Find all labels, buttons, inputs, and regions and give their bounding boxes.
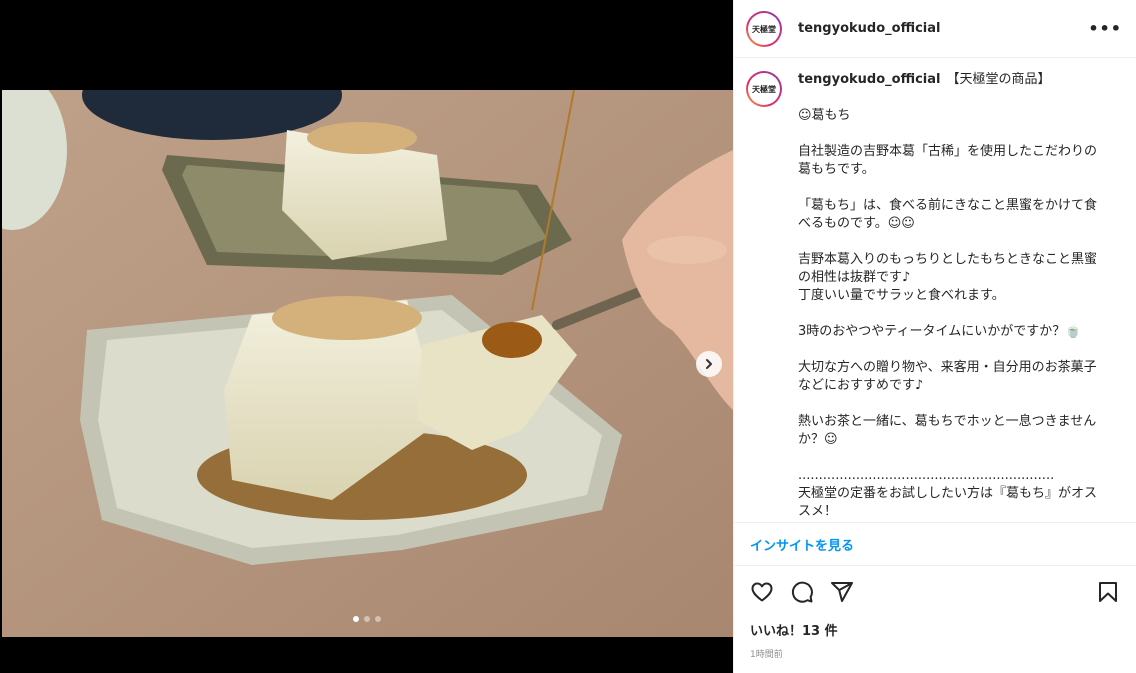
share-icon[interactable]	[830, 580, 854, 604]
caption-line	[798, 395, 1108, 413]
caption-line: 吉野本葛入りのもっちりとしたもちときなこと黒蜜の相性は抜群です♪	[798, 252, 1098, 285]
caption-avatar-logo: 天極堂	[748, 73, 780, 105]
caption-line: ........................................…	[798, 468, 1055, 483]
carousel-dot	[375, 616, 381, 622]
caption-line: 「葛もち」は、食べる前にきなこと黒蜜をかけて食べるものです。☺☺	[798, 198, 1098, 231]
bookmark-icon[interactable]	[1096, 580, 1120, 604]
caption-scroll-area[interactable]: 天極堂 tengyokudo_official 【天極堂の商品】 ☺葛もち自社製造…	[734, 59, 1136, 522]
comment-icon[interactable]	[790, 580, 814, 604]
caption-line	[798, 233, 1108, 251]
caption-line: ☺葛もち	[798, 108, 851, 123]
caption-line	[798, 341, 1108, 359]
action-bar	[734, 578, 1136, 606]
caption-line: 大切な方への贈り物や、来客用・自分用のお茶菓子などにおすすめです♪	[798, 360, 1097, 393]
post-timestamp[interactable]: 1時間前	[750, 647, 783, 660]
caption-avatar[interactable]: 天極堂	[746, 71, 782, 107]
caption-row: 天極堂 tengyokudo_official 【天極堂の商品】 ☺葛もち自社製造…	[746, 71, 1120, 521]
carousel-next-button[interactable]	[696, 351, 722, 377]
caption-line: 自社製造の吉野本葛「古稀」を使用したこだわりの葛もちです。	[798, 144, 1098, 177]
caption-username[interactable]: tengyokudo_official	[798, 72, 940, 87]
chevron-right-icon	[706, 359, 712, 369]
caption-line: 天極堂の定番をお試ししたい方は『葛もち』がオススメ！	[798, 486, 1098, 519]
caption-lines: ☺葛もち自社製造の吉野本葛「古稀」を使用したこだわりの葛もちです。 「葛もち」は、…	[798, 89, 1108, 521]
caption-title: 【天極堂の商品】	[946, 72, 1051, 87]
post-header: 天極堂 tengyokudo_official •••	[734, 0, 1136, 58]
carousel-indicator	[353, 616, 381, 622]
caption-text: tengyokudo_official 【天極堂の商品】 ☺葛もち自社製造の吉野本…	[798, 71, 1108, 521]
likes-count[interactable]: いいね！13 件	[750, 620, 838, 639]
more-options-icon[interactable]: •••	[1088, 19, 1122, 38]
post-side-panel: 天極堂 tengyokudo_official ••• 天極堂 tengyoku…	[733, 0, 1136, 673]
carousel-dot-active	[353, 616, 359, 622]
heart-icon[interactable]	[750, 580, 774, 604]
caption-line: 熱いお茶と一緒に、葛もちでホッと一息つきませんか？☺	[798, 414, 1097, 447]
caption-line	[798, 305, 1108, 323]
view-insights-link[interactable]: インサイトを見る	[750, 535, 854, 554]
post-media[interactable]	[0, 0, 733, 673]
caption-line: 3時のおやつやティータイムにいかがですか？🍵	[798, 324, 1082, 339]
caption-first-line: tengyokudo_official 【天極堂の商品】	[798, 71, 1108, 89]
insights-bar: インサイトを見る	[734, 522, 1136, 566]
caption-line	[798, 89, 1108, 107]
caption-line: 丁度いい量でサラッと食べれます。	[798, 288, 1005, 303]
carousel-dot	[364, 616, 370, 622]
header-username[interactable]: tengyokudo_official	[798, 21, 1088, 36]
caption-line	[798, 125, 1108, 143]
avatar-logo: 天極堂	[748, 12, 780, 45]
avatar[interactable]: 天極堂	[746, 10, 782, 47]
caption-line	[798, 179, 1108, 197]
post-photo	[2, 90, 733, 637]
caption-line	[798, 449, 1108, 467]
